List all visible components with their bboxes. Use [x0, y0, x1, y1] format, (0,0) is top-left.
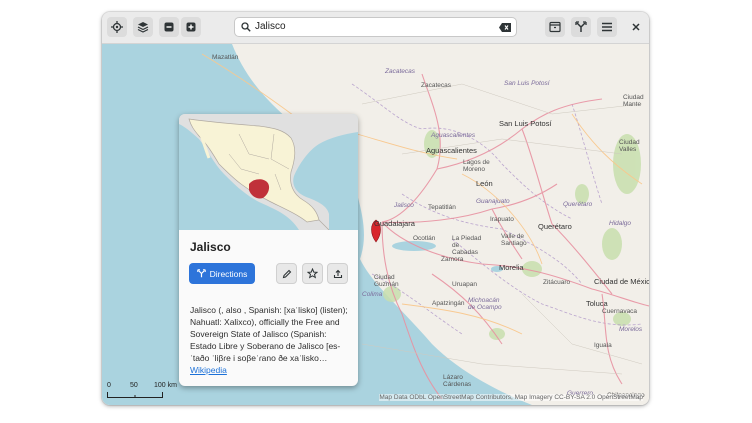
- map-label: León: [476, 179, 493, 188]
- map-label: Zamora: [441, 256, 464, 263]
- layers-button[interactable]: [133, 17, 153, 37]
- place-description: Jalisco (, also , Spanish: [xaˈlisko] (l…: [190, 304, 350, 376]
- place-popover: Jalisco Directions Jalisco (, also , Spa…: [179, 114, 358, 386]
- directions-button[interactable]: Directions: [189, 263, 255, 284]
- map-attribution: Map Data ODbL OpenStreetMap Contributors…: [379, 394, 643, 401]
- scale-label-hundred: 100 km: [154, 382, 177, 389]
- scale-label-fifty: 50: [130, 382, 138, 389]
- map-label: Hidalgo: [609, 220, 632, 227]
- map-label: Querétaro: [538, 222, 572, 231]
- map-label: Uruapan: [452, 281, 477, 288]
- favorites-button[interactable]: [545, 17, 565, 37]
- minus-icon: [164, 22, 174, 32]
- scale-label-zero: 0: [107, 382, 111, 389]
- map-label: Colima: [362, 291, 383, 298]
- favorite-button[interactable]: [302, 263, 323, 284]
- map-view[interactable]: Mazatlán Zacatecas Zacatecas San Luis Po…: [102, 44, 649, 405]
- map-label: Mazatlán: [212, 54, 239, 61]
- map-label: Ciudad Guzmán: [374, 274, 399, 288]
- map-label: Jalisco: [394, 202, 414, 209]
- place-description-text: Jalisco (, also , Spanish: [xaˈlisko] (l…: [190, 305, 348, 363]
- close-button[interactable]: [626, 17, 646, 37]
- edit-button[interactable]: [276, 263, 297, 284]
- map-label: San Luis Potosí: [504, 80, 550, 87]
- route-button[interactable]: [571, 17, 591, 37]
- map-label: Michoacán de Ocampo: [468, 297, 502, 311]
- map-label: Irapuato: [490, 216, 514, 223]
- star-icon: [307, 268, 318, 279]
- map-label: Morelos: [619, 326, 643, 333]
- map-label: Querétaro: [563, 201, 593, 208]
- map-scale: 0 50 100 km: [107, 382, 187, 400]
- menu-icon: [602, 22, 612, 32]
- scale-bar-icon: [107, 392, 163, 398]
- route-icon: [196, 269, 206, 278]
- map-label: Tepatitlán: [428, 204, 456, 211]
- map-label: Ciudad de México: [594, 277, 649, 286]
- zoom-in-button[interactable]: [181, 17, 201, 37]
- search-query: Jalisco: [255, 21, 286, 32]
- map-label: Ciudad Valles: [619, 139, 640, 153]
- map-label: Ocotlán: [413, 235, 436, 242]
- maps-window: Jalisco Mazatlán Zacatecas Zacatecas San…: [102, 12, 649, 405]
- map-label: Apatzingán: [432, 300, 465, 307]
- zoom-out-button[interactable]: [159, 17, 179, 37]
- map-label: Zacatecas: [385, 68, 415, 75]
- map-label: Morelia: [499, 263, 524, 272]
- main-menu-button[interactable]: [597, 17, 617, 37]
- map-label: Aguascalientes: [431, 132, 476, 139]
- close-icon: [632, 23, 640, 31]
- share-button[interactable]: [327, 263, 348, 284]
- map-label: Aguascalientes: [426, 146, 477, 155]
- locate-button[interactable]: [107, 17, 127, 37]
- map-label: Cuernavaca: [602, 308, 638, 315]
- map-label: Guadalajara: [374, 219, 415, 228]
- route-icon: [575, 21, 587, 32]
- search-icon: [241, 22, 251, 32]
- crosshair-icon: [111, 21, 123, 33]
- layers-icon: [137, 22, 149, 33]
- map-label: Iguala: [594, 342, 612, 349]
- place-title: Jalisco: [190, 240, 231, 254]
- archive-icon: [549, 21, 561, 33]
- map-label: Zacatecas: [421, 82, 451, 89]
- map-label: La Piedad de Cabadas: [452, 235, 482, 256]
- plus-icon: [186, 22, 196, 32]
- map-label: Ciudad Mante: [623, 94, 644, 108]
- map-label: Lázaro Cárdenas: [443, 374, 472, 388]
- locator-map-image: [179, 114, 358, 230]
- search-entry[interactable]: Jalisco: [234, 17, 517, 37]
- header-bar: Jalisco: [102, 12, 649, 44]
- directions-label: Directions: [209, 268, 248, 279]
- clear-search-icon[interactable]: [499, 23, 511, 32]
- wikipedia-link[interactable]: Wikipedia: [190, 365, 227, 375]
- share-icon: [333, 269, 342, 278]
- map-label: Toluca: [586, 299, 608, 308]
- map-label: Guanajuato: [476, 198, 510, 205]
- map-label: Lagos de Moreno: [463, 159, 490, 173]
- map-label: San Luis Potosí: [499, 119, 552, 128]
- pencil-icon: [282, 269, 291, 278]
- map-label: Valle de Santiago: [501, 233, 527, 247]
- map-label: Zitácuaro: [543, 279, 571, 286]
